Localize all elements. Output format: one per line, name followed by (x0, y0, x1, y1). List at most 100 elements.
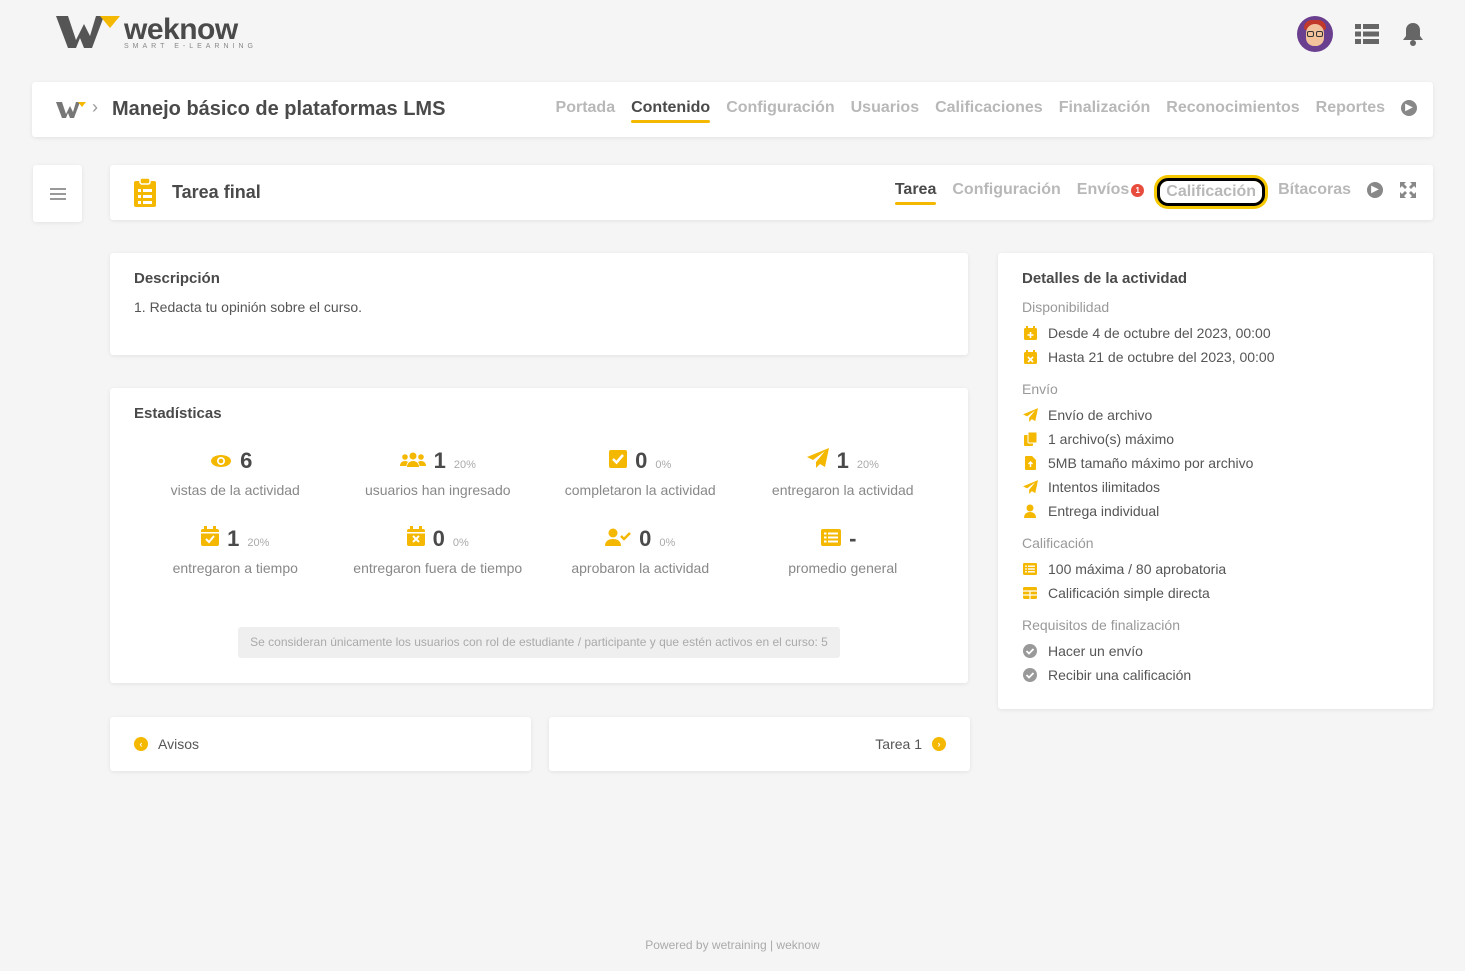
details-title: Detalles de la actividad (1022, 270, 1188, 287)
availability-from: Desde 4 de octubre del 2023, 00:00 (1022, 321, 1409, 345)
activity-title: Tarea final (172, 182, 261, 202)
statistics-note: Se consideran únicamente los usuarios co… (238, 627, 840, 658)
stat-value: 1 (227, 526, 240, 551)
stat-late: 0 0% entregaron fuera de tiempo (337, 526, 540, 576)
tab-bitacoras[interactable]: Bítacoras (1278, 181, 1351, 205)
description-card: Descripción 1. Redacta tu opinión sobre … (110, 253, 968, 355)
previous-activity-label: Avisos (158, 736, 199, 752)
stat-label: entregaron a tiempo (172, 560, 298, 576)
availability-heading: Disponibilidad (1022, 299, 1110, 315)
requirement-submit-text: Hacer un envío (1048, 643, 1143, 659)
user-avatar[interactable] (1297, 16, 1333, 52)
file-upload-icon (1022, 455, 1038, 471)
submission-heading: Envío (1022, 381, 1058, 397)
calendar-x-icon (1022, 349, 1038, 365)
copy-icon (1022, 431, 1038, 447)
calendar-x-icon (406, 526, 425, 546)
tab-configuracion[interactable]: Configuración (952, 181, 1060, 205)
grading-scale: 100 máxima / 80 aprobatoria (1022, 557, 1409, 581)
submission-max-size: 5MB tamaño máximo por archivo (1022, 451, 1409, 475)
previous-activity-link[interactable]: ‹ Avisos (110, 717, 531, 771)
clipboard-list-icon (134, 178, 156, 207)
weknow-mini-logo-icon[interactable] (56, 101, 86, 119)
breadcrumb-chevron-icon: › (92, 97, 98, 117)
grading-method-text: Calificación simple directa (1048, 585, 1210, 601)
list-icon[interactable] (1355, 24, 1379, 44)
availability-from-text: Desde 4 de octubre del 2023, 00:00 (1048, 325, 1271, 341)
stat-value: 6 (240, 448, 253, 473)
nav-contenido[interactable]: Contenido (631, 99, 711, 123)
calendar-plus-icon (1022, 325, 1038, 341)
sidebar-toggle-button[interactable] (33, 165, 82, 222)
user-icon (1022, 503, 1038, 519)
bell-icon[interactable] (1401, 21, 1425, 47)
nav-reportes[interactable]: Reportes (1316, 99, 1385, 123)
list-alt-icon (1022, 561, 1038, 577)
requirement-submit: Hacer un envío (1022, 639, 1409, 663)
submission-attempts: Intentos ilimitados (1022, 475, 1409, 499)
stat-label: entregaron la actividad (771, 482, 914, 498)
submission-mode-text: Entrega individual (1048, 503, 1160, 519)
activity-header: Tarea final Tarea Configuración Envíos 1 … (110, 165, 1433, 220)
weknow-logo-icon (56, 16, 120, 48)
submission-type: Envío de archivo (1022, 403, 1409, 427)
statistics-title: Estadísticas (134, 405, 222, 422)
tab-calificacion[interactable]: Calificación (1157, 178, 1266, 206)
stat-percent: 0% (655, 459, 672, 471)
stat-value: 0 (635, 448, 648, 473)
availability-until: Hasta 21 de octubre del 2023, 00:00 (1022, 345, 1409, 369)
stat-views: 6 vistas de la actividad (134, 448, 337, 498)
nav-reconocimientos[interactable]: Reconocimientos (1166, 99, 1299, 123)
nav-usuarios[interactable]: Usuarios (851, 99, 919, 123)
calendar-check-icon (201, 526, 220, 546)
next-activity-link[interactable]: Tarea 1 › (549, 717, 970, 771)
tab-tarea[interactable]: Tarea (894, 181, 936, 205)
statistics-grid: 6 vistas de la actividad 1 20% usuarios … (134, 448, 944, 576)
course-header: › Manejo básico de plataformas LMS Porta… (32, 82, 1433, 137)
completion-heading: Requisitos de finalización (1022, 617, 1180, 633)
stat-percent: 20% (247, 537, 270, 549)
stat-value: - (849, 526, 857, 551)
grading-scale-text: 100 máxima / 80 aprobatoria (1048, 561, 1227, 577)
brand-name: weknow (124, 12, 238, 46)
stat-value: 1 (433, 448, 446, 473)
grading-heading: Calificación (1022, 535, 1094, 551)
nav-portada[interactable]: Portada (556, 99, 616, 123)
stat-average: - promedio general (742, 526, 945, 576)
eye-icon (211, 455, 232, 467)
activity-tabs: Tarea Configuración Envíos 1 Calificación… (894, 178, 1417, 206)
stat-value: 1 (836, 448, 849, 473)
stat-value: 0 (639, 526, 652, 551)
stat-percent: 20% (856, 459, 879, 471)
header-actions (1297, 16, 1425, 52)
paper-plane-icon (806, 448, 829, 468)
stat-label: promedio general (788, 560, 898, 576)
user-check-icon (605, 528, 632, 546)
description-title: Descripción (134, 270, 220, 287)
nav-finalizacion[interactable]: Finalización (1059, 99, 1151, 123)
tab-envios[interactable]: Envíos 1 (1077, 181, 1145, 205)
submission-attempts-text: Intentos ilimitados (1048, 479, 1161, 495)
submission-max-files-text: 1 archivo(s) máximo (1048, 431, 1175, 447)
stat-label: entregaron fuera de tiempo (353, 560, 523, 576)
envios-count-badge: 1 (1131, 184, 1145, 197)
stat-approved: 0 0% aprobaron la actividad (539, 526, 742, 576)
nav-calificaciones[interactable]: Calificaciones (935, 99, 1043, 123)
description-text: 1. Redacta tu opinión sobre el curso. (134, 299, 363, 315)
brand-logo[interactable]: weknow SMART E-LEARNING (56, 14, 257, 50)
expand-icon[interactable] (1399, 181, 1417, 199)
nav-configuracion[interactable]: Configuración (726, 99, 834, 123)
paper-plane-icon (1022, 479, 1038, 495)
tabs-next-arrow-icon[interactable]: ▶ (1367, 182, 1383, 198)
submission-type-text: Envío de archivo (1048, 407, 1153, 423)
nav-next-arrow-icon[interactable]: ▶ (1401, 100, 1417, 116)
list-alt-icon (821, 529, 842, 546)
footer-text: Powered by wetraining | weknow (645, 938, 820, 952)
course-nav: Portada Contenido Configuración Usuarios… (556, 99, 1417, 123)
course-title: Manejo básico de plataformas LMS (112, 98, 446, 120)
next-activity-label: Tarea 1 (875, 736, 922, 752)
statistics-card: Estadísticas 6 vistas de la actividad 1 … (110, 388, 968, 683)
stat-users-entered: 1 20% usuarios han ingresado (337, 448, 540, 498)
submission-max-size-text: 5MB tamaño máximo por archivo (1048, 455, 1254, 471)
chevron-right-icon: › (932, 737, 946, 751)
